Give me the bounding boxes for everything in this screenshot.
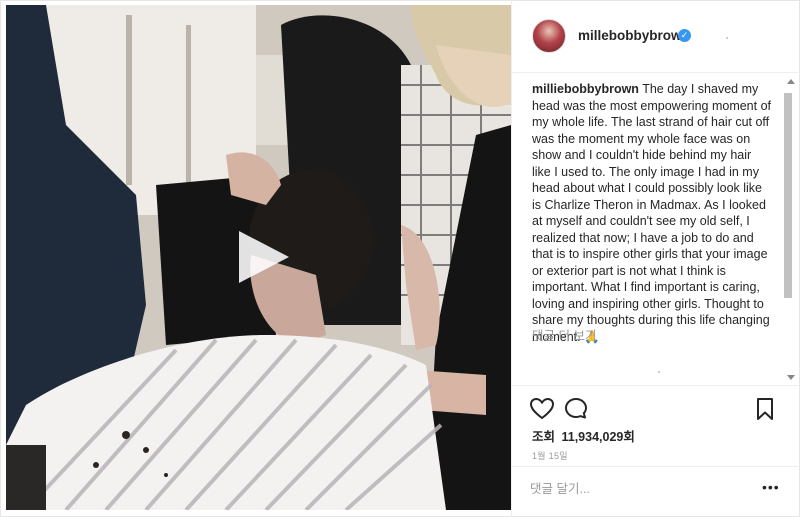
avatar[interactable] <box>532 19 566 53</box>
views-label: 조회 <box>532 430 556 444</box>
view-count: 조회 11,934,029회 <box>532 426 635 445</box>
verified-badge-icon: ✓ <box>678 29 691 42</box>
post-side-panel: millebobbybrown ✓ milliebobbybrown The d… <box>511 1 800 517</box>
bookmark-icon[interactable] <box>752 396 778 422</box>
scroll-down-arrow-icon[interactable] <box>787 375 795 380</box>
heart-icon[interactable] <box>529 396 555 422</box>
post-caption: milliebobbybrown The day I shaved my hea… <box>532 81 772 345</box>
post-date[interactable]: 1월 15일 <box>532 449 568 462</box>
views-count: 11,934,029회 <box>561 430 635 444</box>
caption-text: The day I shaved my head was the most em… <box>532 82 772 344</box>
username-link[interactable]: millebobbybrown <box>578 28 690 43</box>
speech-bubble-icon[interactable] <box>563 396 589 422</box>
action-bar <box>512 386 800 426</box>
video-player[interactable] <box>6 5 511 510</box>
caption-username-link[interactable]: milliebobbybrown <box>532 82 639 96</box>
post-header: millebobbybrown ✓ <box>512 1 800 73</box>
scrollbar[interactable] <box>782 73 800 385</box>
view-more-comments-link[interactable]: 댓글 더 보기 <box>532 325 596 344</box>
loading-dot <box>658 371 660 373</box>
header-dot <box>726 37 728 39</box>
scroll-up-arrow-icon[interactable] <box>787 79 795 84</box>
play-icon[interactable] <box>233 227 293 287</box>
comments-scroll-area[interactable]: milliebobbybrown The day I shaved my hea… <box>512 73 800 386</box>
more-options-icon[interactable]: ••• <box>762 479 780 495</box>
scrollbar-thumb[interactable] <box>784 93 792 298</box>
post-modal: millebobbybrown ✓ milliebobbybrown The d… <box>0 0 800 517</box>
comment-input[interactable] <box>530 477 755 501</box>
comment-form: ••• <box>512 466 800 510</box>
